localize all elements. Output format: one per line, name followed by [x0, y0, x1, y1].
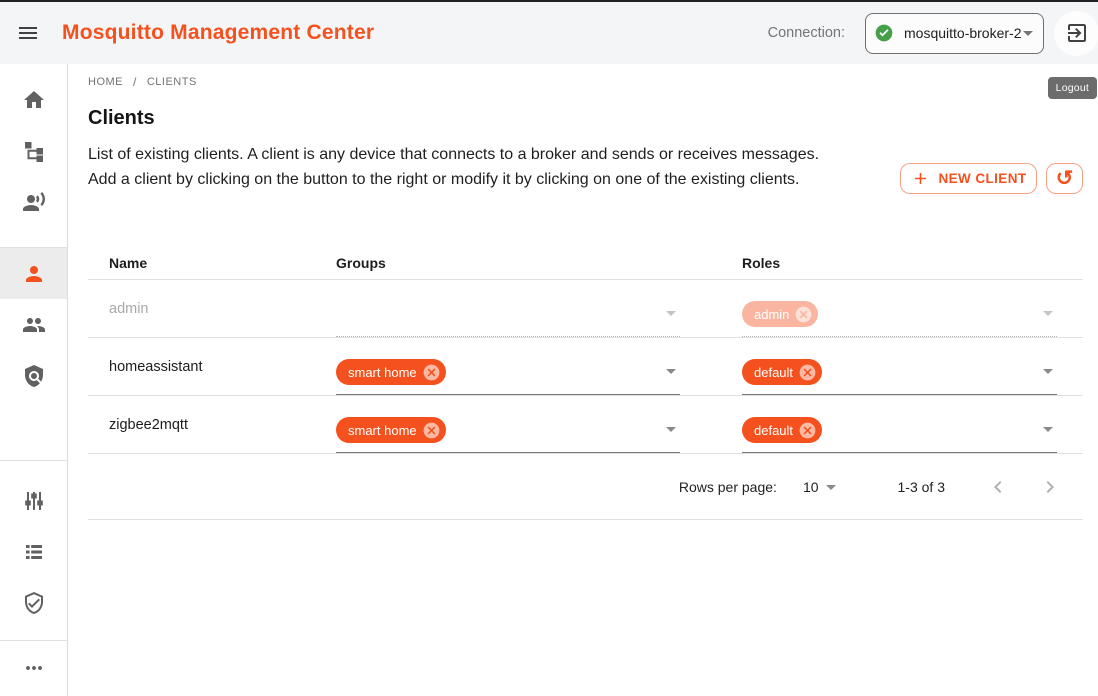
connection-value: mosquitto-broker-2 [904, 25, 1022, 41]
groups-select[interactable] [336, 293, 680, 337]
clients-table: Name Groups Roles admin admin homeassist… [88, 246, 1083, 520]
connection-label: Connection: [768, 25, 845, 41]
refresh-button[interactable]: ↺ [1046, 163, 1083, 194]
table-body: admin admin homeassistant smart home def… [88, 280, 1083, 454]
roles-select[interactable]: default [742, 351, 1057, 395]
table-row[interactable]: admin admin [88, 280, 1083, 338]
chevron-down-icon [1043, 311, 1053, 316]
logout-icon [1065, 21, 1089, 45]
logout-button[interactable] [1054, 11, 1098, 56]
chevron-down-icon [826, 485, 836, 490]
menu-icon [16, 21, 40, 45]
groups-select[interactable]: smart home [336, 351, 680, 395]
chevron-right-icon [1038, 475, 1062, 499]
breadcrumb-home[interactable]: HOME [88, 76, 123, 88]
sidebar-item-topology[interactable] [0, 125, 67, 176]
rows-per-page-value: 10 [803, 479, 819, 495]
breadcrumb-clients: CLIENTS [147, 76, 197, 88]
app-title: Mosquitto Management Center [62, 21, 374, 45]
table-row[interactable]: homeassistant smart home default [88, 338, 1083, 396]
rows-per-page-label: Rows per page: [679, 479, 777, 495]
chip[interactable]: smart home [336, 359, 446, 385]
groups-select[interactable]: smart home [336, 409, 680, 453]
refresh-icon: ↺ [1056, 168, 1074, 189]
chip-label: default [754, 365, 793, 380]
column-header-name: Name [88, 246, 330, 279]
client-name: zigbee2mqtt [109, 417, 188, 433]
chip[interactable]: admin [742, 301, 818, 327]
top-bar: Mosquitto Management Center Connection: … [0, 0, 1098, 64]
green-check-icon [874, 23, 894, 43]
sidebar-item-roles[interactable] [0, 350, 67, 401]
menu-button[interactable] [8, 13, 48, 53]
sidebar-item-settings[interactable] [0, 475, 67, 526]
remove-chip-icon[interactable] [794, 305, 813, 324]
pagination-range: 1-3 of 3 [898, 479, 945, 495]
remove-chip-icon[interactable] [422, 363, 441, 382]
clients-icon [22, 262, 46, 286]
connection-select[interactable]: mosquitto-broker-2 [865, 13, 1044, 54]
rows-per-page-select[interactable]: 10 [803, 479, 836, 495]
sidebar-item-home[interactable] [0, 74, 67, 125]
roles-select[interactable]: admin [742, 293, 1057, 337]
more-icon [22, 656, 46, 680]
remove-chip-icon[interactable] [798, 421, 817, 440]
chevron-down-icon [1043, 369, 1053, 374]
settings-icon [22, 489, 46, 513]
new-client-label: NEW CLIENT [939, 171, 1027, 186]
sidebar [0, 64, 68, 696]
chevron-left-icon [986, 475, 1010, 499]
security-icon [22, 591, 46, 615]
previous-page-button[interactable] [979, 468, 1017, 506]
new-client-button[interactable]: NEW CLIENT [900, 163, 1037, 194]
remove-chip-icon[interactable] [422, 421, 441, 440]
chevron-down-icon [1023, 31, 1033, 36]
client-name: admin [109, 301, 149, 317]
page-title: Clients [88, 107, 155, 130]
sidebar-item-clients[interactable] [0, 248, 67, 299]
roles-icon [22, 364, 46, 388]
column-header-groups: Groups [330, 246, 736, 279]
table-header: Name Groups Roles [88, 246, 1083, 280]
main-content: HOME / CLIENTS Clients List of existing … [68, 64, 1098, 696]
sidebar-item-more[interactable] [0, 642, 67, 693]
app-window: Mosquitto Management Center Connection: … [0, 0, 1098, 696]
plus-icon [911, 169, 930, 188]
sidebar-item-groups[interactable] [0, 299, 67, 350]
chip-label: default [754, 423, 793, 438]
streams-icon [22, 190, 46, 214]
sidebar-divider [0, 460, 67, 461]
chevron-down-icon [666, 427, 676, 432]
chevron-down-icon [1043, 427, 1053, 432]
page-description: List of existing clients. A client is an… [88, 142, 828, 192]
roles-select[interactable]: default [742, 409, 1057, 453]
pagination: Rows per page: 10 1-3 of 3 [88, 454, 1083, 520]
groups-icon [22, 313, 46, 337]
table-row[interactable]: zigbee2mqtt smart home default [88, 396, 1083, 454]
chip-label: admin [754, 307, 789, 322]
sidebar-divider [0, 640, 67, 641]
topology-icon [22, 139, 46, 163]
sidebar-item-security[interactable] [0, 577, 67, 628]
next-page-button[interactable] [1031, 468, 1069, 506]
chip-label: smart home [348, 365, 417, 380]
column-header-roles: Roles [736, 246, 1083, 279]
chip-label: smart home [348, 423, 417, 438]
client-name: homeassistant [109, 359, 203, 375]
home-icon [22, 88, 46, 112]
breadcrumb: HOME / CLIENTS [88, 75, 197, 89]
chip[interactable]: default [742, 359, 822, 385]
chevron-down-icon [666, 311, 676, 316]
chip[interactable]: smart home [336, 417, 446, 443]
chip[interactable]: default [742, 417, 822, 443]
breadcrumb-separator: / [133, 75, 137, 89]
remove-chip-icon[interactable] [798, 363, 817, 382]
sidebar-item-streams[interactable] [0, 176, 67, 227]
chevron-down-icon [666, 369, 676, 374]
logs-icon [22, 540, 46, 564]
sidebar-item-logs[interactable] [0, 526, 67, 577]
